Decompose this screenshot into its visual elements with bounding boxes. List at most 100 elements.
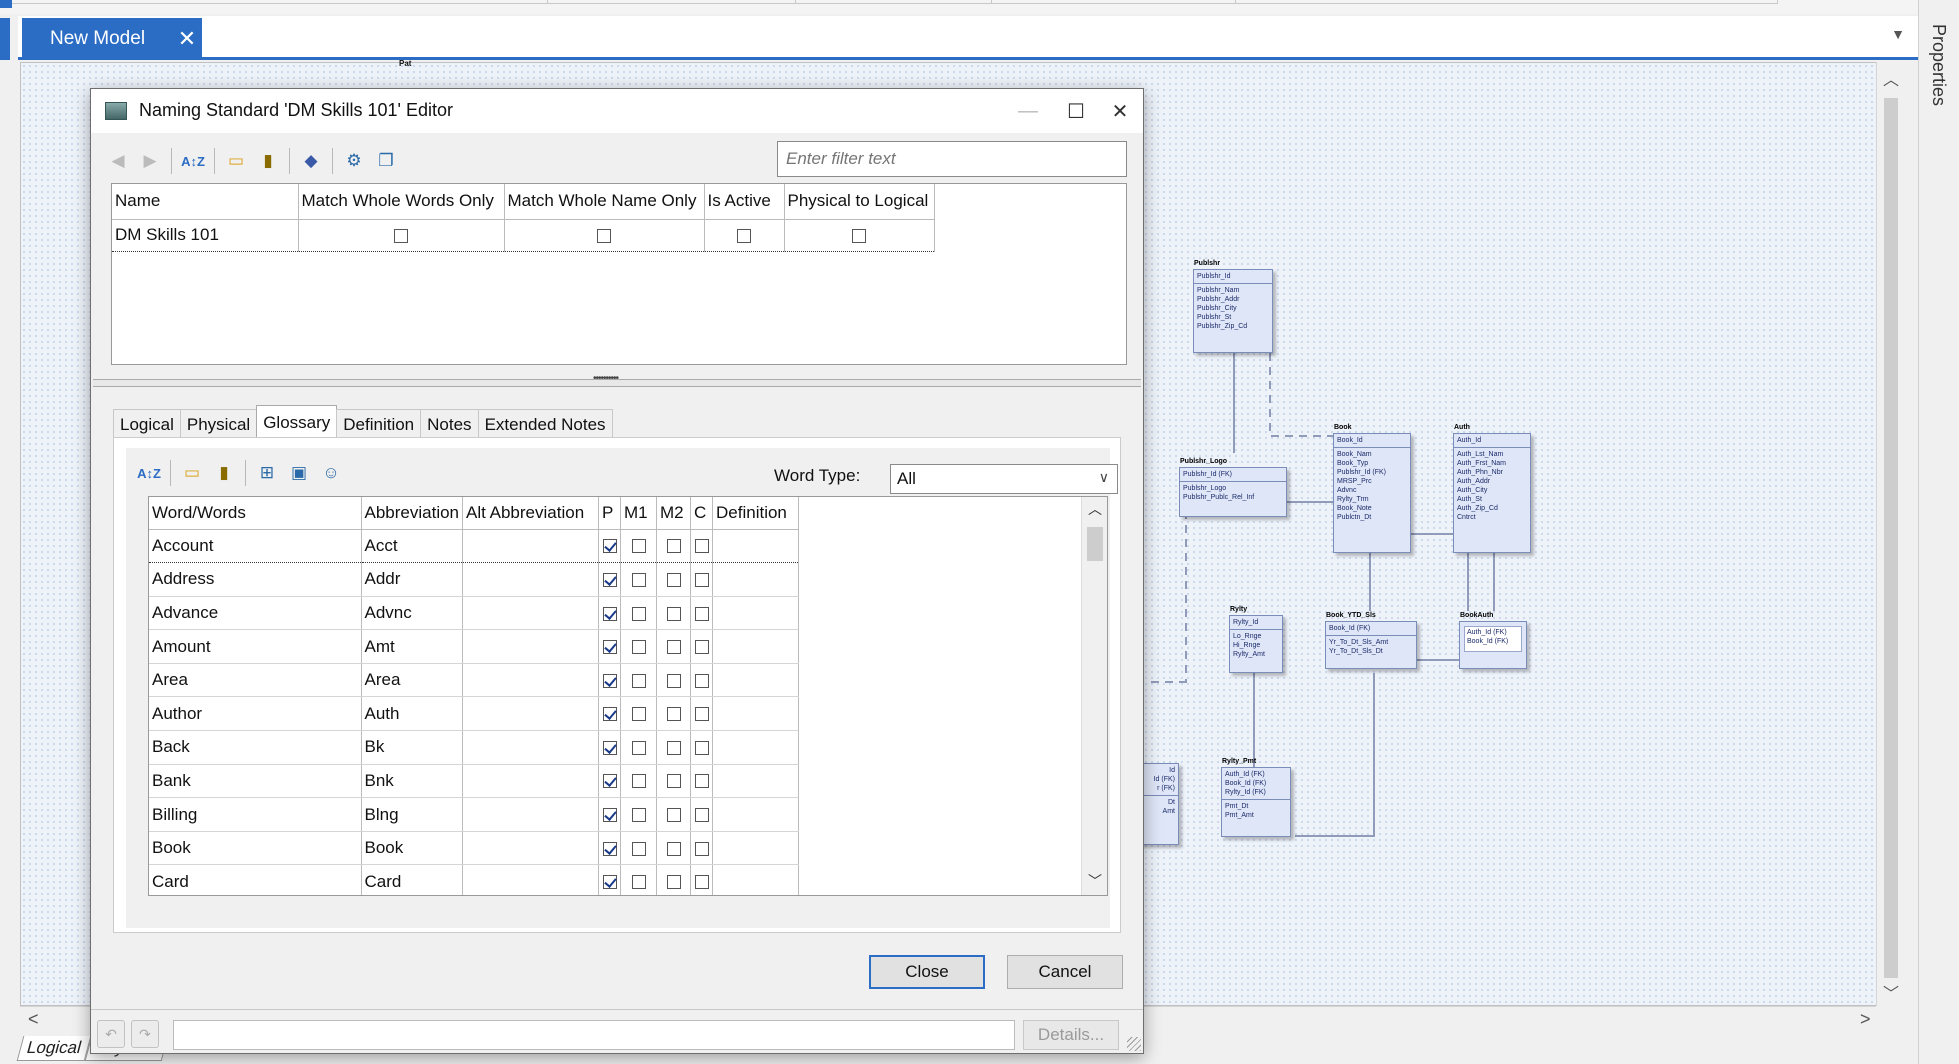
c-checkbox[interactable] xyxy=(694,572,709,587)
p-checkbox[interactable] xyxy=(602,539,617,554)
table-row[interactable]: Account Acct xyxy=(149,528,800,564)
delete-icon[interactable]: ▮ xyxy=(211,460,237,486)
m1-checkbox-cell[interactable] xyxy=(620,831,658,866)
gear-puzzle-icon[interactable]: ⚙ xyxy=(341,148,367,174)
c-checkbox-cell[interactable] xyxy=(690,730,714,765)
back-arrow-icon[interactable]: ◀ xyxy=(105,148,131,174)
c-checkbox[interactable] xyxy=(694,640,709,655)
alt-abbreviation-cell[interactable] xyxy=(462,528,600,564)
alt-abbreviation-cell[interactable] xyxy=(462,596,600,631)
abbreviation-cell[interactable]: Acct xyxy=(361,528,464,564)
tag-icon[interactable]: ◆ xyxy=(298,148,324,174)
m2-checkbox[interactable] xyxy=(666,572,681,587)
c-checkbox[interactable] xyxy=(694,606,709,621)
m2-checkbox[interactable] xyxy=(666,640,681,655)
m1-checkbox-cell[interactable] xyxy=(620,797,658,832)
maximize-icon[interactable]: ☐ xyxy=(1053,95,1099,127)
table-row[interactable]: Area Area xyxy=(149,663,800,698)
import-icon[interactable]: ⊞ xyxy=(254,460,280,486)
glossary-scrollbar[interactable]: ︿ ﹀ xyxy=(1081,497,1107,895)
redo-icon[interactable]: ↷ xyxy=(131,1020,159,1048)
table-row[interactable]: Author Auth xyxy=(149,696,800,732)
p-checkbox-cell[interactable] xyxy=(598,562,622,597)
column-header[interactable]: Word/Words xyxy=(149,497,362,530)
save-icon[interactable]: ▣ xyxy=(286,460,312,486)
m2-checkbox-cell[interactable] xyxy=(656,730,692,765)
p-checkbox[interactable] xyxy=(602,875,617,890)
checkbox[interactable] xyxy=(737,228,751,243)
abbreviation-cell[interactable]: Amt xyxy=(361,629,464,664)
new-folder-icon[interactable]: ▭ xyxy=(179,460,205,486)
table-row[interactable]: Back Bk xyxy=(149,730,800,765)
p-checkbox-cell[interactable] xyxy=(598,596,622,631)
new-folder-icon[interactable]: ▭ xyxy=(223,148,249,174)
m1-checkbox-cell[interactable] xyxy=(620,663,658,698)
m1-checkbox-cell[interactable] xyxy=(620,562,658,597)
m2-checkbox-cell[interactable] xyxy=(656,596,692,631)
c-checkbox-cell[interactable] xyxy=(690,797,714,832)
c-checkbox-cell[interactable] xyxy=(690,831,714,866)
m2-checkbox-cell[interactable] xyxy=(656,696,692,732)
abbreviation-cell[interactable]: Advnc xyxy=(361,596,464,631)
abbreviation-cell[interactable]: Book xyxy=(361,831,464,866)
m2-checkbox-cell[interactable] xyxy=(656,629,692,664)
column-header[interactable]: Alt Abbreviation xyxy=(462,497,600,530)
m1-checkbox-cell[interactable] xyxy=(620,864,658,895)
alt-abbreviation-cell[interactable] xyxy=(462,831,600,866)
sort-az-icon[interactable]: A↕Z xyxy=(180,148,206,174)
p-checkbox[interactable] xyxy=(602,640,617,655)
abbreviation-cell[interactable]: Area xyxy=(361,663,464,698)
table-row[interactable]: Amount Amt xyxy=(149,629,800,664)
m2-checkbox[interactable] xyxy=(666,539,681,554)
p-checkbox-cell[interactable] xyxy=(598,663,622,698)
m2-checkbox-cell[interactable] xyxy=(656,562,692,597)
entity-publshr[interactable]: Publshr Publshr_Id Publshr_Nam Publshr_A… xyxy=(1193,260,1273,353)
definition-cell[interactable] xyxy=(712,764,800,799)
p-checkbox[interactable] xyxy=(602,673,617,688)
c-checkbox-cell[interactable] xyxy=(690,596,714,631)
alt-abbreviation-cell[interactable] xyxy=(462,696,600,732)
definition-cell[interactable] xyxy=(712,831,800,866)
table-row[interactable]: Bank Bnk xyxy=(149,764,800,799)
scrollbar-thumb[interactable] xyxy=(1087,527,1103,561)
details-button[interactable]: Details... xyxy=(1023,1020,1119,1050)
undo-icon[interactable]: ↶ xyxy=(97,1020,125,1048)
word-cell[interactable]: Amount xyxy=(149,629,362,664)
c-checkbox[interactable] xyxy=(694,539,709,554)
c-checkbox-cell[interactable] xyxy=(690,629,714,664)
c-checkbox-cell[interactable] xyxy=(690,562,714,597)
abbreviation-cell[interactable]: Bk xyxy=(361,730,464,765)
m2-checkbox[interactable] xyxy=(666,774,681,789)
p-checkbox[interactable] xyxy=(602,572,617,587)
m2-checkbox[interactable] xyxy=(666,707,681,722)
checkbox[interactable] xyxy=(394,228,408,243)
c-checkbox-cell[interactable] xyxy=(690,528,714,564)
tab-logical[interactable]: Logical xyxy=(113,409,181,439)
close-button[interactable]: Close xyxy=(869,955,985,989)
m2-checkbox[interactable] xyxy=(666,740,681,755)
column-header[interactable]: Abbreviation xyxy=(361,497,464,530)
m2-checkbox[interactable] xyxy=(666,673,681,688)
abbreviation-cell[interactable]: Blng xyxy=(361,797,464,832)
alt-abbreviation-cell[interactable] xyxy=(462,629,600,664)
delete-icon[interactable]: ▮ xyxy=(255,148,281,174)
p-checkbox[interactable] xyxy=(602,740,617,755)
scroll-left-icon[interactable]: < xyxy=(28,1009,39,1030)
m1-checkbox-cell[interactable] xyxy=(620,528,658,564)
table-row[interactable]: Billing Blng xyxy=(149,797,800,832)
scroll-down-icon[interactable]: ﹀ xyxy=(1877,980,1905,1004)
p-checkbox-cell[interactable] xyxy=(598,528,622,564)
word-cell[interactable]: Area xyxy=(149,663,362,698)
word-cell[interactable]: Author xyxy=(149,696,362,732)
definition-cell[interactable] xyxy=(712,797,800,832)
forward-arrow-icon[interactable]: ▶ xyxy=(137,148,163,174)
c-checkbox-cell[interactable] xyxy=(690,764,714,799)
properties-panel[interactable] xyxy=(1918,0,1959,1064)
m1-checkbox[interactable] xyxy=(631,539,646,554)
m1-checkbox[interactable] xyxy=(631,808,646,823)
c-checkbox-cell[interactable] xyxy=(690,663,714,698)
definition-cell[interactable] xyxy=(712,528,800,564)
definition-cell[interactable] xyxy=(712,562,800,597)
table-row[interactable]: Card Card xyxy=(149,864,800,895)
c-checkbox-cell[interactable] xyxy=(690,696,714,732)
